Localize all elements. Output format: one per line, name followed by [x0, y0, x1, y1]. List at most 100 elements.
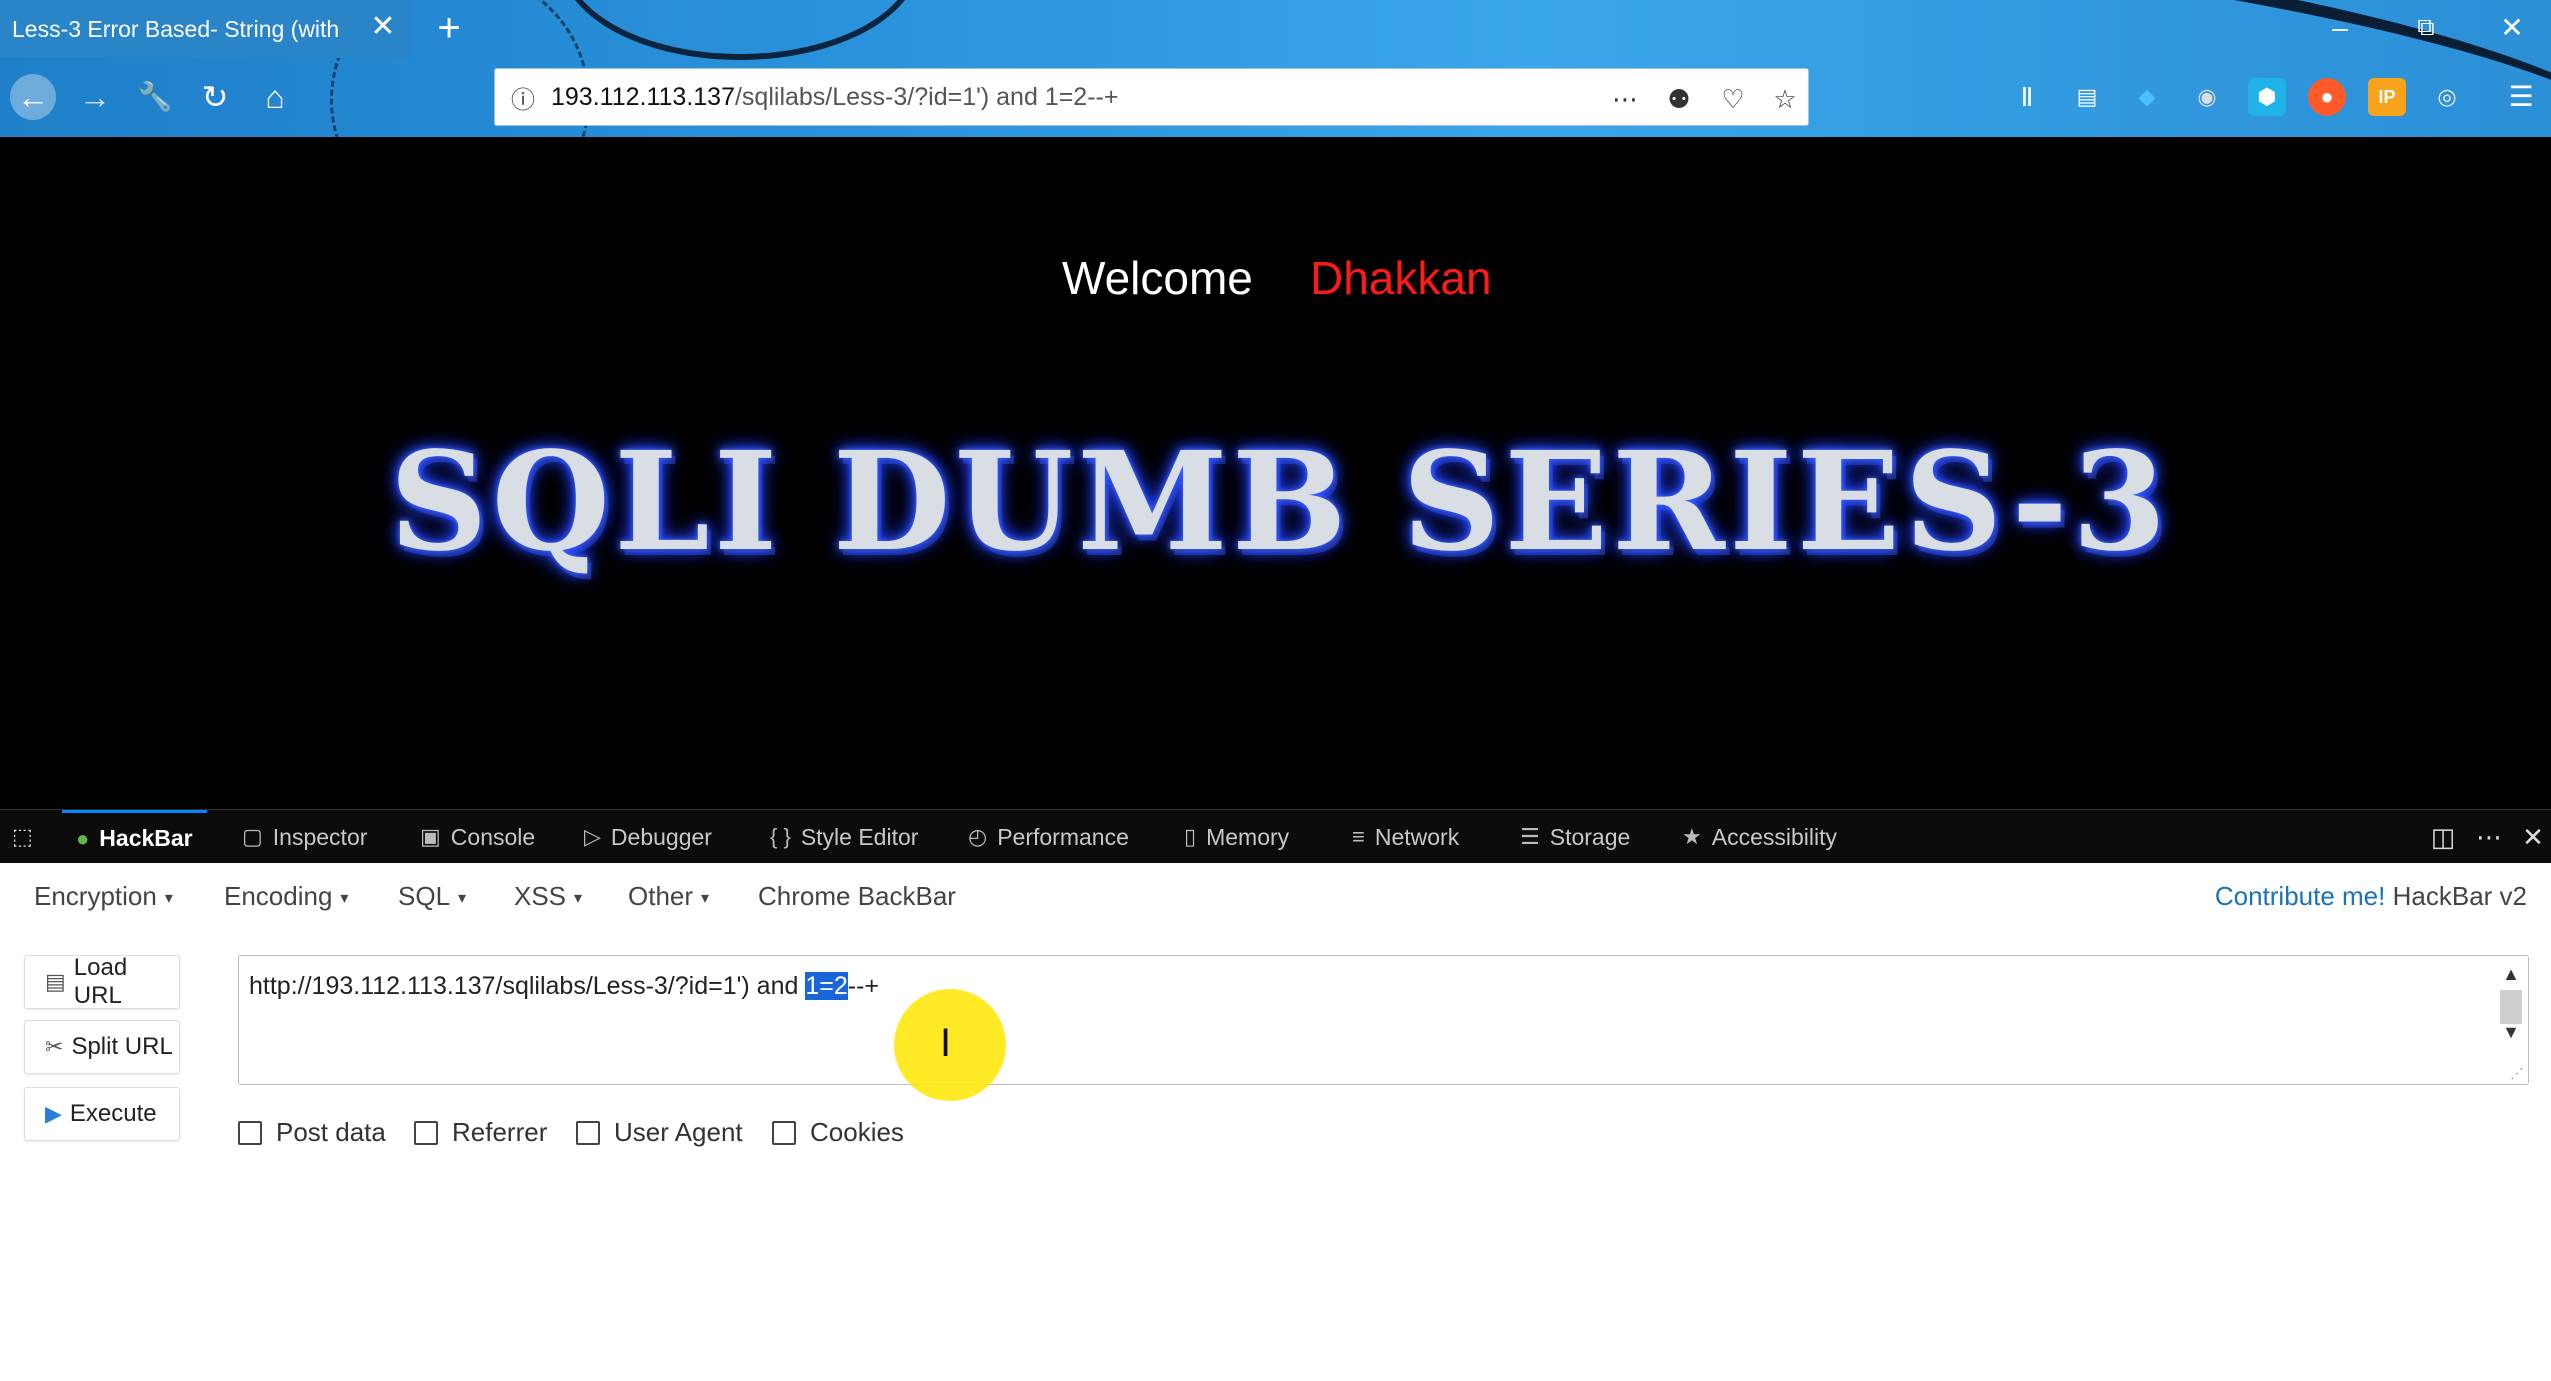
- menu-xss[interactable]: XSS ▾: [514, 881, 582, 912]
- resize-grip-icon[interactable]: ⋰: [2510, 1065, 2524, 1082]
- post-data-checkbox[interactable]: Post data: [238, 1117, 386, 1148]
- tab-debugger[interactable]: ▷ Debugger: [584, 810, 712, 864]
- browser-tab-active[interactable]: Less-3 Error Based- String (with ✕: [0, 0, 412, 58]
- hexagon-icon[interactable]: ⬢: [2248, 78, 2286, 116]
- execute-button[interactable]: ▶ Execute: [24, 1087, 180, 1141]
- checkbox-label: Post data: [276, 1117, 386, 1147]
- hackbar-icon: ●: [76, 825, 90, 851]
- url-host: 193.112.113.137: [551, 82, 735, 111]
- debugger-icon: ▷: [584, 824, 601, 849]
- split-url-button[interactable]: ✂ Split URL: [24, 1020, 180, 1074]
- gem-icon[interactable]: ◆: [2128, 78, 2166, 116]
- menu-encryption[interactable]: Encryption ▾: [34, 881, 173, 912]
- button-label: Load URL: [73, 954, 128, 1009]
- star-icon[interactable]: ☆: [1767, 81, 1803, 117]
- reload-icon[interactable]: ↻: [192, 74, 238, 120]
- globe-icon[interactable]: ◎: [2428, 78, 2466, 116]
- back-icon[interactable]: ←: [10, 74, 56, 120]
- checkbox-box[interactable]: [772, 1120, 796, 1145]
- menu-label: Encryption: [34, 881, 157, 911]
- braces-icon: { }: [770, 824, 791, 849]
- menu-sql[interactable]: SQL ▾: [398, 881, 466, 912]
- tab-performance[interactable]: ◴ Performance: [968, 810, 1129, 864]
- menu-encoding[interactable]: Encoding ▾: [224, 881, 348, 912]
- tab-storage[interactable]: ☰ Storage: [1520, 810, 1630, 864]
- url-text: http://193.112.113.137/sqlilabs/Less-3/?…: [249, 972, 879, 1001]
- scroll-up-icon[interactable]: ▲: [2502, 964, 2520, 985]
- element-picker-icon[interactable]: ⬚: [12, 824, 42, 850]
- load-url-icon: ▤: [45, 969, 66, 994]
- dock-icon[interactable]: ◫: [2426, 822, 2460, 852]
- home-icon[interactable]: ⌂: [252, 74, 298, 120]
- caret-down-icon: ▾: [458, 890, 467, 908]
- scissors-icon: ✂: [45, 1034, 64, 1059]
- navigation-bar: ← → 🔧 ↻ ⌂ ⓘ 193.112.113.137 /sqlilabs/Le…: [0, 58, 2551, 137]
- tab-inspector[interactable]: ▢ Inspector: [242, 810, 367, 864]
- tab-label: Console: [450, 823, 536, 850]
- tab-label: Debugger: [610, 823, 712, 850]
- url-text-selection: 1=2: [805, 972, 848, 1000]
- contribute-area: Contribute me! HackBar v2: [2215, 881, 2527, 912]
- network-icon: ≡: [1352, 824, 1365, 849]
- memory-icon: ▯: [1184, 824, 1197, 849]
- caret-down-icon: ▾: [701, 890, 710, 908]
- tab-hackbar[interactable]: ● HackBar: [62, 810, 207, 864]
- info-icon[interactable]: ⓘ: [495, 80, 551, 115]
- caret-down-icon: ▾: [164, 890, 173, 908]
- restore-icon[interactable]: ⧉: [2404, 8, 2448, 48]
- tab-label: Style Editor: [800, 823, 919, 850]
- button-label: Execute: [69, 1100, 157, 1127]
- new-tab-button[interactable]: +: [428, 8, 470, 50]
- menu-chrome-backbar[interactable]: Chrome BackBar: [758, 881, 956, 912]
- hackbar-version: HackBar v2: [2392, 881, 2527, 911]
- referrer-checkbox[interactable]: Referrer: [414, 1117, 547, 1148]
- menu-label: Encoding: [224, 881, 333, 911]
- hackbar-url-textarea[interactable]: http://193.112.113.137/sqlilabs/Less-3/?…: [238, 955, 2529, 1085]
- tab-console[interactable]: ▣ Console: [420, 810, 535, 864]
- wrench-icon[interactable]: 🔧: [132, 74, 178, 120]
- menu-label: SQL: [398, 881, 451, 911]
- lightbulb-icon[interactable]: ⚉: [1661, 81, 1697, 117]
- menu-label: XSS: [514, 881, 567, 911]
- reader-icon[interactable]: ▤: [2068, 78, 2106, 116]
- caret-down-icon: ▾: [574, 890, 583, 908]
- more-icon[interactable]: ⋯: [1607, 81, 1643, 117]
- address-bar[interactable]: ⓘ 193.112.113.137 /sqlilabs/Less-3/?id=1…: [494, 68, 1809, 126]
- library-icon[interactable]: Ⅱ: [2008, 78, 2046, 116]
- minimize-icon[interactable]: –: [2318, 8, 2362, 48]
- checkbox-label: Cookies: [810, 1117, 904, 1147]
- user-agent-checkbox[interactable]: User Agent: [576, 1117, 743, 1148]
- url-path: /sqlilabs/Less-3/?id=1') and 1=2--+: [734, 82, 1119, 111]
- tab-label: Accessibility: [1711, 823, 1837, 850]
- scrollbar-thumb[interactable]: [2500, 990, 2522, 1024]
- username-text: Dhakkan: [1310, 252, 1492, 304]
- ip-icon[interactable]: IP: [2368, 78, 2406, 116]
- cookies-checkbox[interactable]: Cookies: [772, 1117, 904, 1148]
- tab-title: Less-3 Error Based- String (with: [12, 15, 340, 42]
- shield-icon[interactable]: ◉: [2188, 78, 2226, 116]
- window-close-icon[interactable]: ✕: [2490, 8, 2534, 48]
- load-url-button[interactable]: ▤ Load URL: [24, 954, 180, 1009]
- menu-other[interactable]: Other ▾: [628, 881, 709, 912]
- tab-memory[interactable]: ▯ Memory: [1184, 810, 1289, 864]
- page-content: Welcome Dhakkan SQLI DUMB SERIES-3: [0, 137, 2551, 809]
- checkbox-box[interactable]: [238, 1120, 262, 1145]
- checkbox-box[interactable]: [414, 1120, 438, 1145]
- menu-icon[interactable]: ☰: [2502, 78, 2540, 116]
- button-label: Split URL: [71, 1033, 173, 1060]
- checkbox-box[interactable]: [576, 1120, 600, 1145]
- pocket-icon[interactable]: ♡: [1715, 81, 1751, 117]
- ball-icon[interactable]: ●: [2308, 78, 2346, 116]
- contribute-link[interactable]: Contribute me!: [2215, 881, 2386, 911]
- tab-label: Inspector: [272, 823, 368, 850]
- close-icon[interactable]: ✕: [2516, 822, 2550, 852]
- tab-style-editor[interactable]: { } Style Editor: [770, 810, 918, 864]
- close-tab-icon[interactable]: ✕: [368, 12, 398, 42]
- forward-icon[interactable]: →: [72, 74, 118, 120]
- tab-network[interactable]: ≡ Network: [1352, 810, 1459, 864]
- scroll-down-icon[interactable]: ▼: [2502, 1022, 2520, 1043]
- series-banner: SQLI DUMB SERIES-3: [389, 422, 2171, 582]
- welcome-text: Welcome: [1062, 252, 1253, 304]
- tab-accessibility[interactable]: ★ Accessibility: [1682, 810, 1837, 864]
- more-icon[interactable]: ⋯: [2472, 822, 2506, 852]
